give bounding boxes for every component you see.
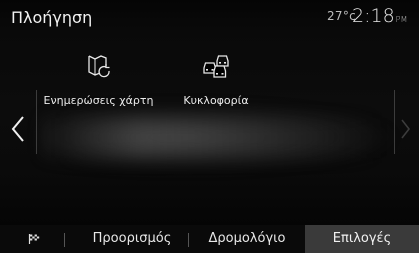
map-updates-label: Ενημερώσεις χάρτη <box>43 94 154 107</box>
clock-ampm: PM <box>395 15 408 24</box>
map-refresh-icon <box>87 55 110 78</box>
tab-options[interactable]: Επιλογές <box>305 225 419 253</box>
previous-page-arrow-icon[interactable] <box>9 114 29 144</box>
page-title: Πλοήγηση <box>11 8 93 27</box>
background-glow-streak <box>60 118 380 158</box>
header-bar: Πλοήγηση 27°c 2:18PM <box>0 0 419 36</box>
map-updates-tile[interactable]: Ενημερώσεις χάρτη <box>36 52 161 107</box>
tab-separator <box>188 233 189 247</box>
clock-time: 2:18 <box>352 5 395 27</box>
navigation-screen: Πλοήγηση 27°c 2:18PM Ενημερώσεις χάρτη Κ… <box>0 0 419 253</box>
tab-route[interactable]: Δρομολόγιο <box>190 225 304 253</box>
traffic-cars-icon <box>203 55 229 78</box>
next-page-arrow-icon[interactable] <box>398 117 412 141</box>
traffic-label: Κυκλοφορία <box>183 94 249 107</box>
tab-destination[interactable]: Προορισμός <box>78 225 186 253</box>
divider-right <box>394 90 395 154</box>
bottom-tab-bar: Προορισμός Δρομολόγιο Επιλογές <box>0 225 419 253</box>
tab-separator <box>64 233 65 247</box>
traffic-tile[interactable]: Κυκλοφορία <box>176 52 256 107</box>
tab-flag[interactable] <box>19 225 49 253</box>
clock: 2:18PM <box>352 5 407 27</box>
flag-icon <box>28 233 40 244</box>
